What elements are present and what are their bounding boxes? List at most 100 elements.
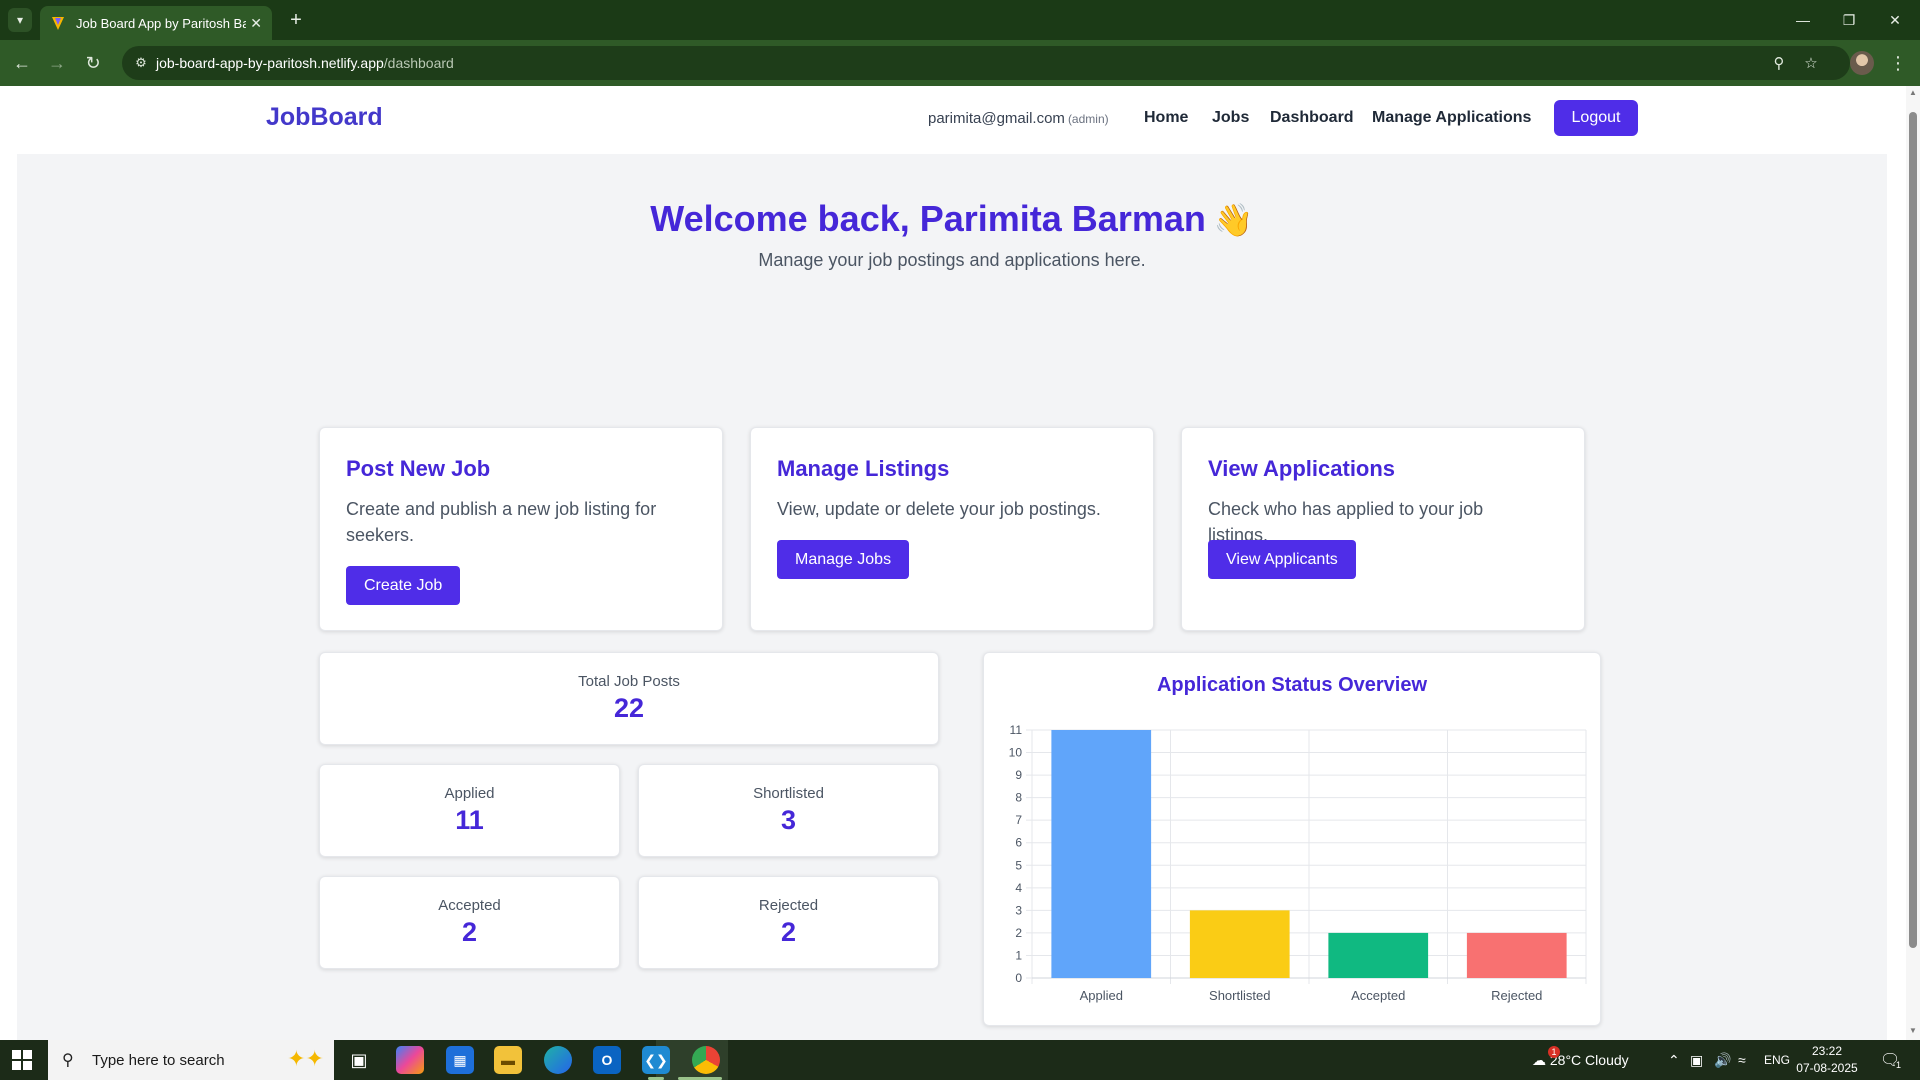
site-navbar: JobBoard parimita@gmail.com (admin) Home … (0, 86, 1906, 154)
x-tick-label: Applied (1080, 988, 1123, 1003)
x-tick-label: Shortlisted (1209, 988, 1270, 1003)
applied-stat-card: Applied 11 (319, 764, 620, 857)
logout-button[interactable]: Logout (1554, 100, 1638, 136)
bookmark-star-icon[interactable]: ☆ (1802, 54, 1820, 72)
nav-manage-applications-link[interactable]: Manage Applications (1372, 109, 1531, 127)
y-tick-label: 8 (1015, 791, 1022, 805)
bar-accepted (1328, 932, 1429, 978)
url-text[interactable]: job-board-app-by-paritosh.netlify.app/da… (156, 55, 454, 71)
manage-jobs-button[interactable]: Manage Jobs (777, 540, 910, 579)
site-info-icon[interactable]: ⚙ (132, 54, 150, 72)
chrome-icon[interactable] (692, 1046, 720, 1074)
stat-value: 3 (780, 805, 797, 835)
task-view-icon[interactable]: ▣ (345, 1046, 373, 1074)
y-tick-label: 4 (1015, 881, 1022, 895)
meet-now-icon[interactable]: ▣ (1690, 1052, 1703, 1069)
page-scrollbar[interactable]: ▲ ▼ (1906, 86, 1920, 1040)
scroll-down-arrow-icon[interactable]: ▼ (1908, 1026, 1918, 1036)
create-job-button[interactable]: Create Job (346, 566, 461, 605)
file-explorer-icon[interactable]: ▬ (494, 1046, 522, 1074)
stat-value: 2 (780, 917, 797, 947)
page-title: Welcome back, Parimita Barman 👋 (650, 198, 1254, 239)
search-highlight-icon: ✦✦ (287, 1046, 324, 1071)
user-role: (admin) (1067, 112, 1109, 126)
search-icon: ⚲ (62, 1052, 74, 1069)
address-bar[interactable]: ⚙ job-board-app-by-paritosh.netlify.app/… (122, 46, 1850, 80)
bar-applied (1051, 730, 1152, 978)
card-description: View, update or delete your job postings… (777, 499, 1101, 519)
application-status-chart: 0 1 2 3 4 5 6 7 8 9 10 11 Applied Shortlisted Accepted… (1009, 723, 1587, 1003)
page-viewport: JobBoard parimita@gmail.com (admin) Home … (0, 86, 1920, 1040)
vscode-icon[interactable]: ❮❯ (642, 1046, 670, 1074)
reload-icon[interactable]: ↻ (81, 51, 105, 75)
taskbar-search-box[interactable]: ⚲ Type here to search ✦✦ (48, 1040, 334, 1080)
weather-widget[interactable]: ☁ 28°C Cloudy (1532, 1052, 1629, 1069)
stat-label: Accepted (438, 897, 501, 914)
post-new-job-card: Post New Job Create and publish a new jo… (319, 427, 723, 631)
y-tick-label: 1 (1015, 948, 1022, 962)
stat-label: Total Job Posts (578, 673, 680, 690)
stat-value: 11 (455, 805, 484, 835)
stat-label: Applied (444, 785, 495, 802)
stat-value: 2 (461, 917, 478, 947)
close-window-icon[interactable]: ✕ (1872, 0, 1918, 40)
card-description: Create and publish a new job listing for… (346, 499, 657, 545)
y-tick-label: 3 (1015, 903, 1022, 917)
new-tab-button[interactable]: + (284, 8, 308, 32)
x-tick-label: Accepted (1351, 988, 1405, 1003)
nav-jobs-link[interactable]: Jobs (1212, 109, 1249, 127)
back-icon[interactable]: ← (10, 51, 34, 75)
zoom-icon[interactable]: ⚲ (1770, 54, 1788, 72)
forward-icon[interactable]: → (45, 51, 69, 75)
y-tick-label: 5 (1015, 858, 1022, 872)
bar-rejected (1466, 932, 1567, 978)
windows-start-icon[interactable] (12, 1050, 32, 1070)
browser-toolbar: ← → ↻ ⚙ job-board-app-by-paritosh.netlif… (0, 40, 1920, 86)
y-tick-label: 10 (1009, 746, 1023, 760)
stat-label: Rejected (758, 897, 819, 914)
nav-dashboard-link[interactable]: Dashboard (1270, 109, 1354, 127)
total-job-posts-card: Total Job Posts 22 (319, 652, 939, 745)
clock-date: 07-08-2025 (1796, 1061, 1858, 1075)
copilot-icon[interactable] (396, 1046, 424, 1074)
nav-home-link[interactable]: Home (1144, 109, 1188, 127)
taskbar-search-placeholder: Type here to search (92, 1051, 225, 1069)
stat-label: Shortlisted (753, 785, 824, 802)
stat-value: 22 (613, 693, 645, 723)
view-applicants-button[interactable]: View Applicants (1208, 540, 1356, 579)
clock-time: 23:22 (1811, 1044, 1843, 1058)
view-applications-card: View Applications Check who has applied … (1181, 427, 1585, 631)
card-title: Post New Job (346, 456, 491, 481)
scroll-up-arrow-icon[interactable]: ▲ (1908, 88, 1918, 98)
system-clock[interactable]: 23:22 07-08-2025 (1792, 1043, 1862, 1077)
tab-search-button[interactable]: ▾ (8, 8, 32, 32)
netlify-favicon-icon (52, 17, 64, 30)
dashboard-main: Welcome back, Parimita Barman 👋 Manage yo… (17, 154, 1887, 1040)
card-title: View Applications (1208, 456, 1396, 481)
minimize-icon[interactable]: — (1780, 0, 1826, 40)
active-tab[interactable]: Job Board App by Paritosh Barman ✕ (40, 6, 272, 40)
volume-icon[interactable]: 🔊 (1714, 1052, 1731, 1069)
weather-badge: 1 (1548, 1046, 1560, 1058)
restore-icon[interactable]: ❐ (1826, 0, 1872, 40)
language-indicator[interactable]: ENG (1764, 1053, 1790, 1067)
cloud-icon: ☁ (1532, 1052, 1546, 1068)
y-tick-label: 6 (1015, 836, 1022, 850)
notification-count: 1 (1896, 1060, 1902, 1070)
show-hidden-icons-icon[interactable]: ⌃ (1668, 1052, 1680, 1069)
manage-listings-card: Manage Listings View, update or delete y… (750, 427, 1154, 631)
outlook-icon[interactable]: O (593, 1046, 621, 1074)
tab-title: Job Board App by Paritosh Barman (76, 15, 246, 31)
user-info: parimita@gmail.com (admin) (928, 110, 1109, 127)
windows-taskbar: ⚲ Type here to search ✦✦ ▣ ▦ ▬ O ❮❯ ☁ 28… (0, 1040, 1920, 1080)
scrollbar-thumb[interactable] (1909, 112, 1917, 948)
accepted-stat-card: Accepted 2 (319, 876, 620, 969)
y-tick-label: 7 (1015, 813, 1022, 827)
store-icon[interactable]: ▦ (446, 1046, 474, 1074)
brand-logo[interactable]: JobBoard (266, 103, 383, 132)
edge-icon[interactable] (544, 1046, 572, 1074)
profile-avatar[interactable] (1850, 51, 1874, 75)
wifi-icon[interactable]: ≈ (1738, 1052, 1746, 1068)
browser-menu-icon[interactable]: ⋮ (1888, 51, 1908, 75)
tab-close-icon[interactable]: ✕ (250, 15, 262, 32)
